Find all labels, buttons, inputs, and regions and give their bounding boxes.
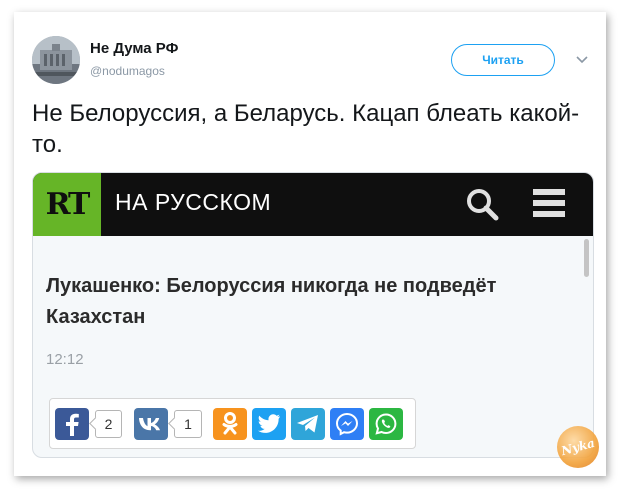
vk-share-count: 1 — [174, 410, 202, 438]
facebook-icon — [66, 413, 79, 436]
embedded-article[interactable]: RT НА РУССКОМ Лукашенко: Белоруссия нико… — [32, 172, 594, 458]
tweet-card: Не Дума РФ @nodumagos Читать Не Белорусс… — [14, 12, 606, 476]
scrollbar[interactable] — [584, 239, 589, 277]
whatsapp-icon — [375, 413, 397, 435]
search-icon[interactable] — [465, 187, 499, 221]
rt-header: RT НА РУССКОМ — [33, 173, 593, 236]
vk-share-button[interactable] — [134, 408, 168, 440]
rt-logo[interactable]: RT — [33, 173, 101, 236]
author-handle[interactable]: @nodumagos — [90, 64, 165, 78]
twitter-share-button[interactable] — [252, 408, 286, 440]
facebook-share-count: 2 — [95, 410, 122, 438]
avatar[interactable] — [32, 36, 80, 84]
follow-button[interactable]: Читать — [451, 44, 555, 76]
menu-icon[interactable] — [533, 187, 565, 219]
messenger-icon — [335, 412, 359, 436]
tweet-text: Не Белоруссия, а Беларусь. Кацап блеать … — [32, 100, 580, 158]
watermark-logo: Nyka — [557, 426, 599, 468]
article-time: 12:12 — [46, 351, 84, 368]
article-headline[interactable]: Лукашенко: Белоруссия никогда не подведё… — [46, 271, 566, 333]
odnoklassniki-share-button[interactable] — [213, 408, 247, 440]
twitter-icon — [258, 414, 280, 433]
vk-icon — [139, 418, 160, 431]
rt-title: НА РУССКОМ — [115, 189, 272, 215]
facebook-share-button[interactable] — [55, 408, 89, 440]
messenger-share-button[interactable] — [330, 408, 364, 440]
telegram-share-button[interactable] — [291, 408, 325, 440]
author-name[interactable]: Не Дума РФ — [90, 40, 178, 57]
odnoklassniki-icon — [222, 412, 238, 435]
whatsapp-share-button[interactable] — [369, 408, 403, 440]
telegram-icon — [297, 415, 318, 433]
share-bar: 2 1 — [49, 398, 416, 449]
chevron-down-icon[interactable] — [575, 52, 589, 66]
